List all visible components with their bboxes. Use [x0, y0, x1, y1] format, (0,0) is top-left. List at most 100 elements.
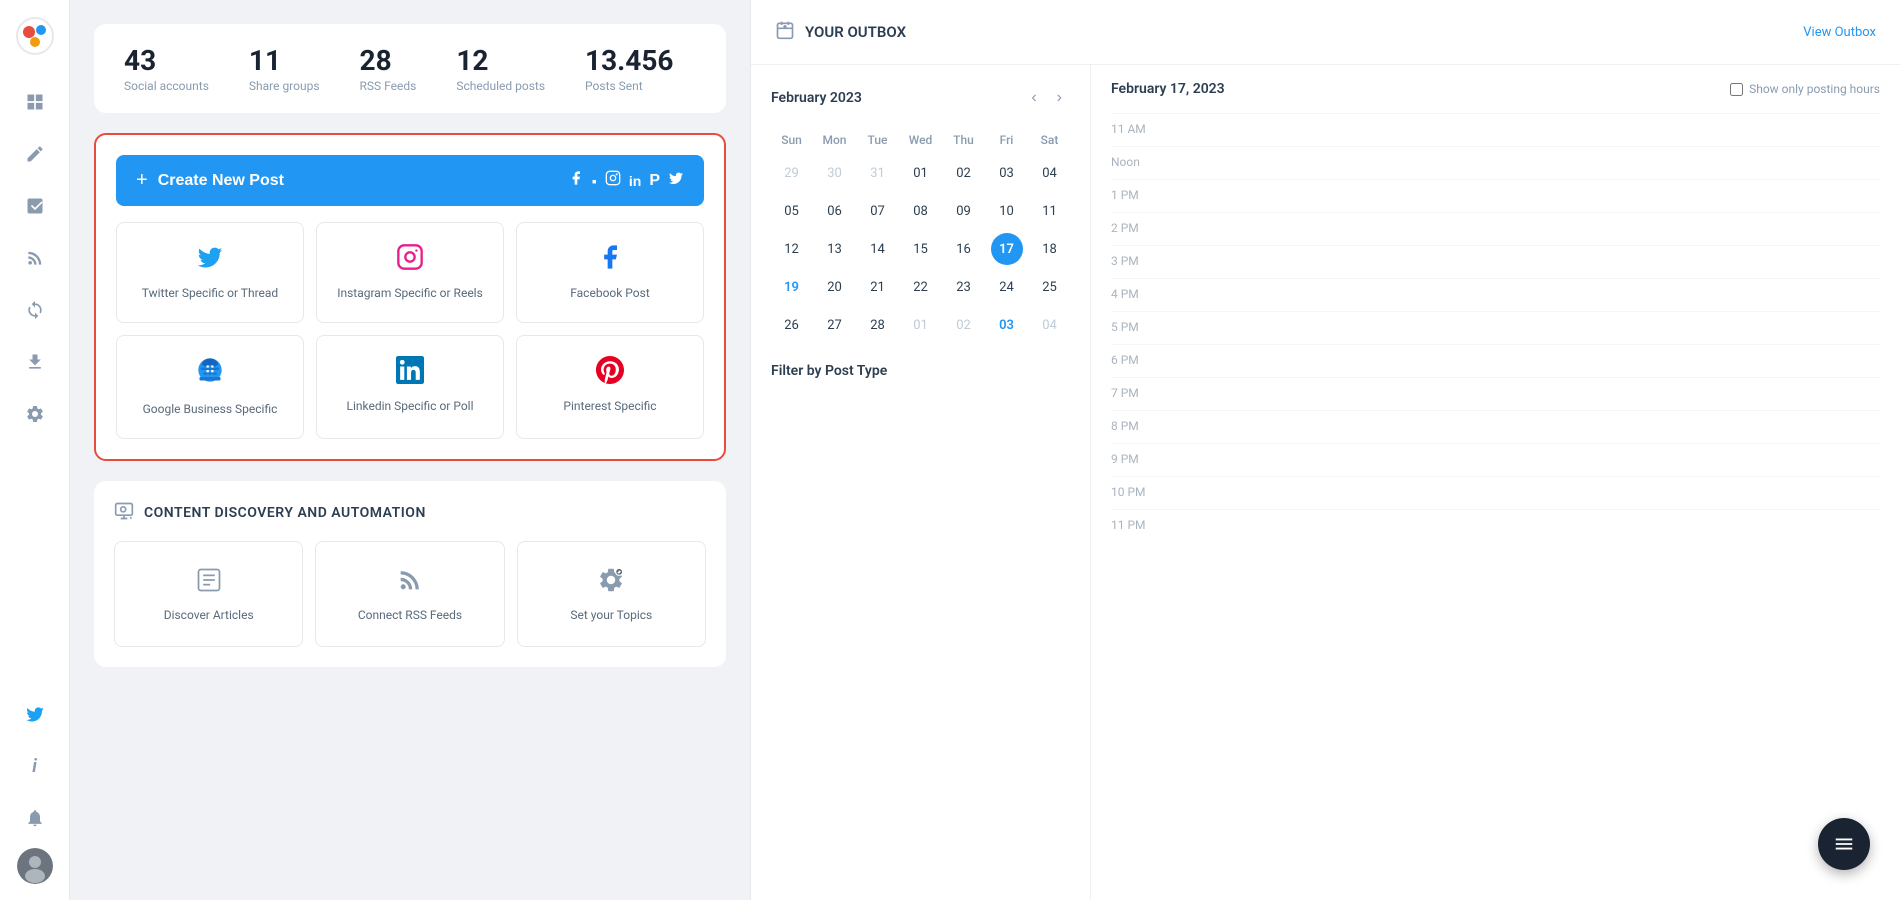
fab-button[interactable]: [1818, 818, 1870, 870]
post-type-pinterest[interactable]: Pinterest Specific: [516, 335, 704, 439]
time-content: [1173, 417, 1880, 437]
time-slot-5pm: 5 PM: [1111, 311, 1880, 344]
outbox-title: YOUR OUTBOX: [775, 20, 906, 44]
cal-day[interactable]: 16: [948, 233, 980, 265]
cal-day[interactable]: 28: [862, 309, 894, 341]
cal-header-sun: Sun: [771, 127, 812, 153]
post-type-instagram[interactable]: Instagram Specific or Reels: [316, 222, 504, 323]
set-topics-card[interactable]: Set your Topics: [517, 541, 706, 647]
time-label: 8 PM: [1111, 417, 1161, 433]
cal-day[interactable]: 09: [948, 195, 980, 227]
cal-day[interactable]: 11: [1034, 195, 1066, 227]
sidebar-item-twitter[interactable]: [13, 692, 57, 736]
time-content: [1173, 516, 1880, 536]
cal-day[interactable]: 01: [905, 157, 937, 189]
social-icons-row: ▪ in P: [568, 170, 684, 191]
cal-day[interactable]: 25: [1034, 271, 1066, 303]
cal-day[interactable]: 15: [905, 233, 937, 265]
stat-share-groups: 11 Share groups: [249, 44, 320, 93]
show-posting-label[interactable]: Show only posting hours: [1730, 82, 1880, 96]
time-panel: February 17, 2023 Show only posting hour…: [1091, 65, 1900, 900]
meta-icon-btn: ▪: [592, 173, 597, 189]
stat-number-share: 11: [249, 44, 320, 77]
time-content: [1173, 318, 1880, 338]
sidebar-item-download[interactable]: [13, 340, 57, 384]
cal-day[interactable]: 04: [1034, 157, 1066, 189]
cal-day[interactable]: 03: [991, 309, 1023, 341]
cal-day[interactable]: 20: [819, 271, 851, 303]
time-content: [1173, 252, 1880, 272]
outbox-body: February 2023 ‹ › Sun Mon Tue Wed Thu Fr…: [751, 65, 1900, 900]
stat-number-social: 43: [124, 44, 209, 77]
cal-day[interactable]: 26: [776, 309, 808, 341]
cal-day[interactable]: 02: [948, 157, 980, 189]
cal-day[interactable]: 22: [905, 271, 937, 303]
time-label: 9 PM: [1111, 450, 1161, 466]
cal-header-mon: Mon: [814, 127, 855, 153]
cal-day[interactable]: 21: [862, 271, 894, 303]
cal-day-today[interactable]: 17: [991, 233, 1023, 265]
cal-day[interactable]: 07: [862, 195, 894, 227]
cal-day-event[interactable]: 19: [776, 271, 808, 303]
outbox-title-text: YOUR OUTBOX: [805, 23, 906, 41]
cal-header-sat: Sat: [1029, 127, 1070, 153]
cal-day[interactable]: 12: [776, 233, 808, 265]
sidebar-item-info[interactable]: i: [13, 744, 57, 788]
plus-icon: +: [136, 169, 148, 192]
user-avatar[interactable]: [17, 848, 53, 884]
time-content: [1173, 186, 1880, 206]
show-posting-checkbox[interactable]: [1730, 83, 1743, 96]
show-posting-text: Show only posting hours: [1749, 82, 1880, 96]
time-content: [1173, 285, 1880, 305]
sidebar-item-settings[interactable]: [13, 392, 57, 436]
logo[interactable]: [15, 16, 55, 60]
sidebar-item-analytics[interactable]: [13, 288, 57, 332]
cal-day[interactable]: 10: [991, 195, 1023, 227]
post-type-google[interactable]: Google Business Specific: [116, 335, 304, 439]
sidebar-item-feeds[interactable]: [13, 236, 57, 280]
stats-row: 43 Social accounts 11 Share groups 28 RS…: [94, 24, 726, 113]
time-content: [1173, 219, 1880, 239]
cal-day[interactable]: 08: [905, 195, 937, 227]
cal-day[interactable]: 14: [862, 233, 894, 265]
sidebar-item-dashboard[interactable]: [13, 80, 57, 124]
post-type-facebook[interactable]: Facebook Post: [516, 222, 704, 323]
cal-day[interactable]: 04: [1034, 309, 1066, 341]
cal-day[interactable]: 31: [862, 157, 894, 189]
cal-day[interactable]: 29: [776, 157, 808, 189]
create-post-label: Create New Post: [158, 172, 284, 190]
post-type-linkedin[interactable]: Linkedin Specific or Poll: [316, 335, 504, 439]
discover-articles-card[interactable]: Discover Articles: [114, 541, 303, 647]
time-slot-9pm: 9 PM: [1111, 443, 1880, 476]
stat-label-rss: RSS Feeds: [360, 79, 417, 93]
cal-day[interactable]: 24: [991, 271, 1023, 303]
cal-day[interactable]: 06: [819, 195, 851, 227]
create-new-post-button[interactable]: + Create New Post ▪ in P: [116, 155, 704, 206]
cal-day[interactable]: 13: [819, 233, 851, 265]
cal-day[interactable]: 23: [948, 271, 980, 303]
time-slot-3pm: 3 PM: [1111, 245, 1880, 278]
cal-day[interactable]: 02: [948, 309, 980, 341]
time-slots-container: 11 AM Noon 1 PM 2 PM: [1111, 113, 1880, 542]
time-content: [1173, 120, 1880, 140]
sidebar-item-posts[interactable]: [13, 184, 57, 228]
calendar-next-button[interactable]: ›: [1049, 85, 1070, 111]
calendar-prev-button[interactable]: ‹: [1023, 85, 1044, 111]
view-outbox-link[interactable]: View Outbox: [1803, 25, 1876, 40]
time-slot-4pm: 4 PM: [1111, 278, 1880, 311]
google-type-label: Google Business Specific: [143, 401, 278, 418]
calendar-panel: February 2023 ‹ › Sun Mon Tue Wed Thu Fr…: [751, 65, 1091, 900]
cal-day[interactable]: 03: [991, 157, 1023, 189]
connect-rss-card[interactable]: Connect RSS Feeds: [315, 541, 504, 647]
cal-day[interactable]: 05: [776, 195, 808, 227]
cal-day[interactable]: 01: [905, 309, 937, 341]
filter-title: Filter by Post Type: [771, 363, 1070, 379]
instagram-platform-icon: [396, 243, 424, 275]
sidebar-item-compose[interactable]: [13, 132, 57, 176]
cal-day[interactable]: 18: [1034, 233, 1066, 265]
cal-day[interactable]: 27: [819, 309, 851, 341]
cal-day[interactable]: 30: [819, 157, 851, 189]
stat-label-social: Social accounts: [124, 79, 209, 93]
sidebar-item-notifications[interactable]: [13, 796, 57, 840]
post-type-twitter[interactable]: Twitter Specific or Thread: [116, 222, 304, 323]
